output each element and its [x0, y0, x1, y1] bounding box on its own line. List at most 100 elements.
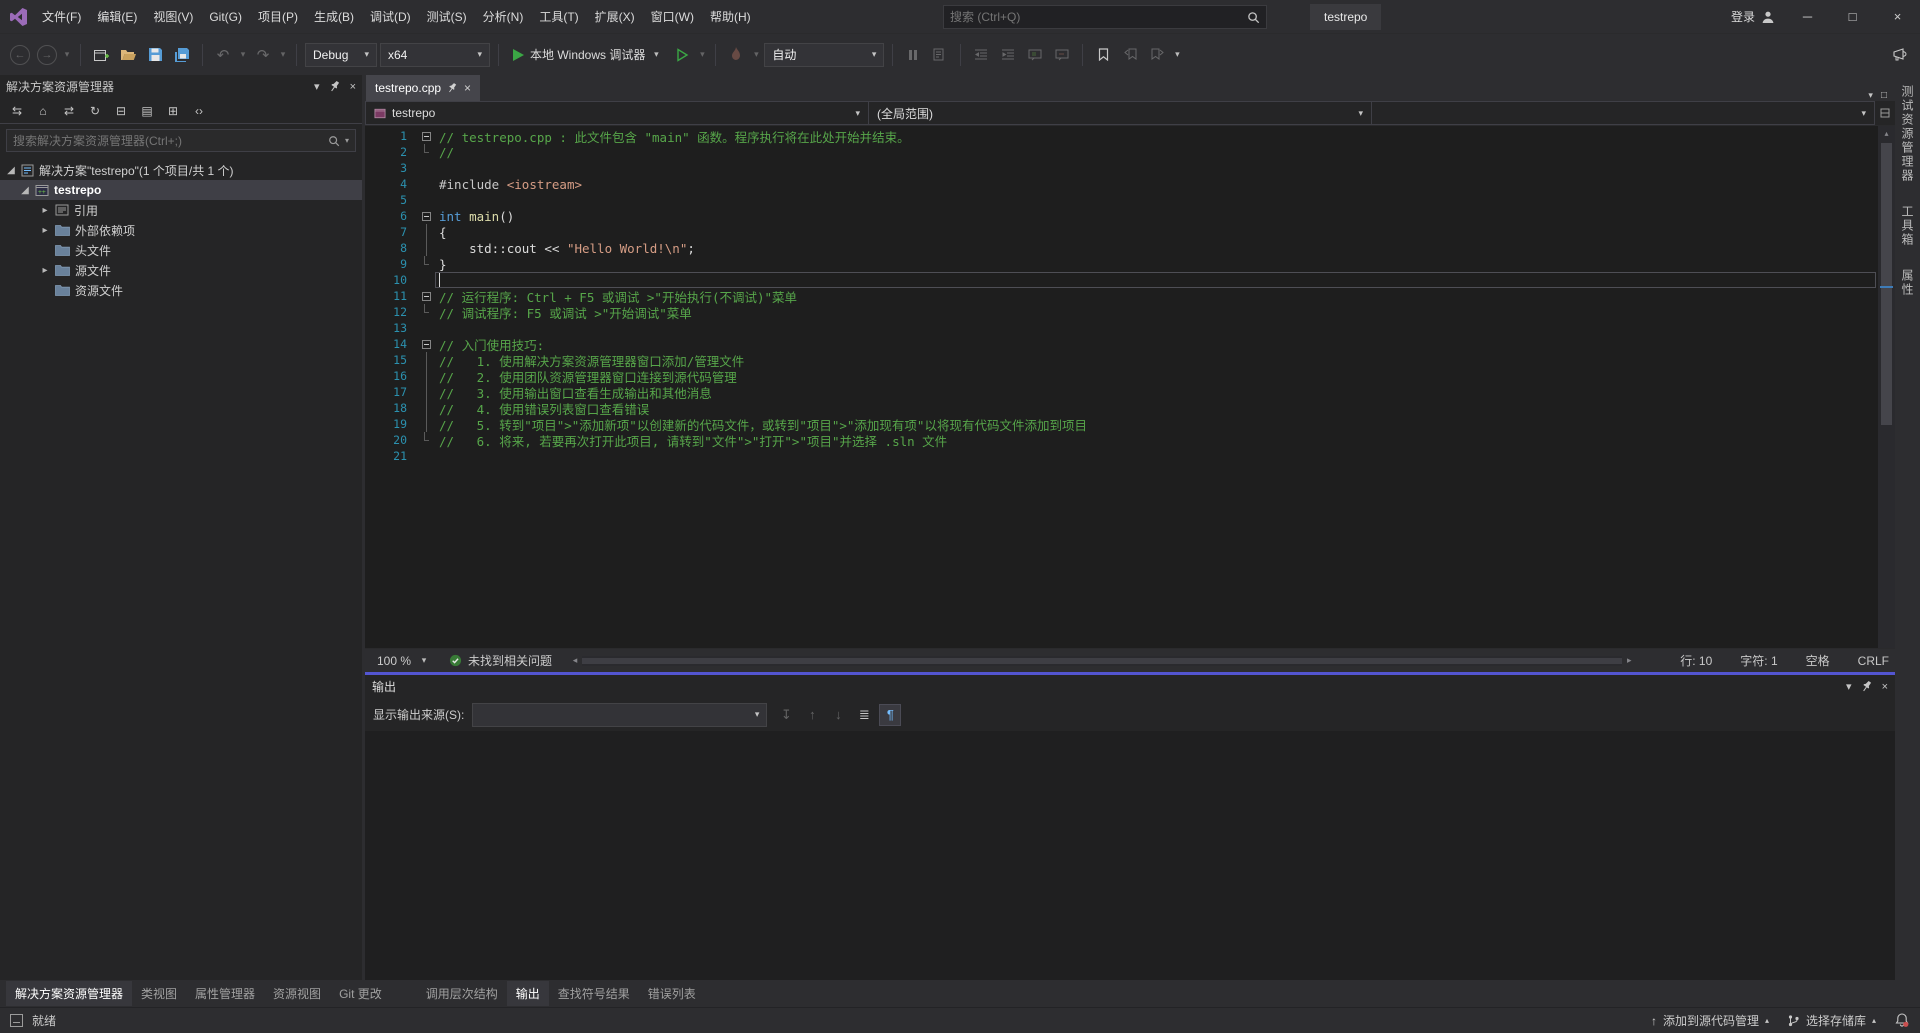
panel-tab[interactable]: 调用层次结构 [417, 981, 507, 1006]
menu-item[interactable]: 分析(N) [475, 0, 532, 33]
feedback-icon[interactable] [1888, 43, 1912, 67]
navigate-forward-icon[interactable]: → [35, 43, 59, 67]
save-all-icon[interactable] [170, 43, 194, 67]
increase-indent-icon[interactable] [996, 43, 1020, 67]
menu-item[interactable]: 扩展(X) [587, 0, 643, 33]
break-all-icon[interactable] [901, 43, 925, 67]
code-line[interactable]: 1// testrepo.cpp : 此文件包含 "main" 函数。程序执行将… [365, 128, 1895, 144]
window-position-icon[interactable]: ▾ [314, 80, 320, 93]
expand-icon[interactable]: ▸ [40, 205, 50, 216]
word-wrap-icon[interactable]: ¶ [879, 704, 901, 726]
search-icon[interactable] [1247, 11, 1260, 24]
toggle-bookmark-icon[interactable] [1091, 43, 1115, 67]
type-scope-dropdown[interactable]: (全局范围) ▾ [869, 101, 1372, 125]
hot-reload-mode-dropdown[interactable]: 自动 ▾ [764, 43, 884, 67]
scroll-right-icon[interactable]: ▸ [1622, 655, 1636, 666]
new-project-icon[interactable] [89, 43, 113, 67]
tree-item-project[interactable]: ◢ ++ testrepo [0, 180, 362, 200]
panel-tab[interactable]: 属性管理器 [186, 981, 264, 1006]
panel-tab[interactable]: 解决方案资源管理器 [6, 981, 132, 1006]
vertical-scrollbar[interactable]: ▴ [1878, 126, 1895, 648]
window-position-icon[interactable]: ▾ [1846, 680, 1852, 693]
platform-dropdown[interactable]: x64 ▾ [380, 43, 490, 67]
panel-tab[interactable]: Git 更改 [330, 981, 391, 1006]
open-folder-icon[interactable] [116, 43, 140, 67]
add-to-source-control-button[interactable]: ↑ 添加到源代码管理 ▴ [1651, 1012, 1769, 1029]
comment-selection-icon[interactable] [1023, 43, 1047, 67]
expand-icon[interactable]: ◢ [6, 165, 16, 176]
menu-item[interactable]: 文件(F) [34, 0, 89, 33]
menu-item[interactable]: 生成(B) [306, 0, 362, 33]
search-input[interactable] [950, 10, 1247, 24]
next-bookmark-icon[interactable] [1145, 43, 1169, 67]
code-line[interactable]: 13 [365, 320, 1895, 336]
redo-icon[interactable]: ↷ [251, 43, 275, 67]
collapse-region-icon[interactable] [422, 212, 431, 221]
panel-tab[interactable]: 输出 [507, 981, 549, 1006]
code-line[interactable]: 5 [365, 192, 1895, 208]
code-line[interactable]: 8 std::cout << "Hello World!\n"; [365, 240, 1895, 256]
scrollbar-thumb[interactable] [582, 658, 1622, 664]
previous-bookmark-icon[interactable] [1118, 43, 1142, 67]
tree-item[interactable]: ▸源文件 [0, 260, 362, 280]
decrease-indent-icon[interactable] [969, 43, 993, 67]
code-line[interactable]: 21 [365, 448, 1895, 464]
pin-icon[interactable] [1862, 681, 1872, 692]
solution-search-input[interactable] [13, 134, 323, 148]
collapse-region-icon[interactable] [422, 292, 431, 301]
document-health-indicator[interactable]: 未找到相关问题 [449, 652, 552, 669]
pin-icon[interactable] [448, 83, 457, 93]
document-tab[interactable]: testrepo.cpp × [366, 75, 480, 101]
close-window-button[interactable]: × [1875, 0, 1920, 33]
collapse-region-icon[interactable] [422, 132, 431, 141]
code-line[interactable]: 2// [365, 144, 1895, 160]
redo-dropdown-icon[interactable]: ▾ [278, 49, 288, 60]
expand-icon[interactable]: ▸ [40, 265, 50, 276]
refresh-icon[interactable]: ↻ [84, 101, 106, 121]
nav-dropdown-icon[interactable]: ▾ [62, 49, 72, 60]
member-scope-dropdown[interactable]: ▾ [1372, 101, 1875, 125]
menu-item[interactable]: 帮助(H) [702, 0, 759, 33]
solution-explorer-header[interactable]: 解决方案资源管理器 ▾ × [0, 75, 362, 98]
solution-search-box[interactable]: ▾ [6, 129, 356, 152]
panel-tab[interactable]: 错误列表 [639, 981, 705, 1006]
hot-reload-icon[interactable] [724, 43, 748, 67]
menu-item[interactable]: 测试(S) [419, 0, 475, 33]
eol-indicator[interactable]: CRLF [1858, 654, 1889, 668]
split-editor-icon[interactable] [1875, 101, 1895, 125]
menu-item[interactable]: 调试(D) [362, 0, 419, 33]
zoom-dropdown[interactable]: 100 % ▾ [371, 654, 435, 668]
menu-item[interactable]: Git(G) [201, 0, 250, 33]
menu-item[interactable]: 编辑(E) [89, 0, 145, 33]
uncomment-selection-icon[interactable] [1050, 43, 1074, 67]
code-view-icon[interactable]: ‹› [188, 101, 210, 121]
search-options-icon[interactable]: ▾ [345, 136, 349, 145]
undo-dropdown-icon[interactable]: ▾ [238, 49, 248, 60]
properties-icon[interactable]: ⊞ [162, 101, 184, 121]
code-line[interactable]: 6int main() [365, 208, 1895, 224]
code-editor[interactable]: 1// testrepo.cpp : 此文件包含 "main" 函数。程序执行将… [365, 126, 1895, 648]
code-line[interactable]: 9} [365, 256, 1895, 272]
dock-tab[interactable]: 工具箱 [1899, 205, 1916, 247]
toolbar-overflow-icon[interactable]: ▾ [1172, 49, 1182, 60]
column-indicator[interactable]: 字符: 1 [1740, 652, 1777, 669]
dock-tab[interactable]: 测试资源管理器 [1899, 85, 1916, 183]
menu-item[interactable]: 工具(T) [531, 0, 586, 33]
indent-indicator[interactable]: 空格 [1806, 652, 1830, 669]
menu-item[interactable]: 窗口(W) [643, 0, 702, 33]
switch-views-icon[interactable]: ⇆ [6, 101, 28, 121]
code-line[interactable]: 4#include <iostream> [365, 176, 1895, 192]
start-without-debugging-icon[interactable] [670, 43, 694, 67]
expand-icon[interactable]: ▸ [40, 225, 50, 236]
output-header[interactable]: 输出 ▾ × [365, 675, 1895, 698]
project-scope-dropdown[interactable]: testrepo ▾ [365, 101, 869, 125]
show-all-files-icon[interactable]: ▤ [136, 101, 158, 121]
undo-icon[interactable]: ↶ [211, 43, 235, 67]
tree-item-solution[interactable]: ◢ 解决方案"testrepo"(1 个项目/共 1 个) [0, 160, 362, 180]
code-line[interactable]: 3 [365, 160, 1895, 176]
navigate-back-icon[interactable]: ← [8, 43, 32, 67]
expand-icon[interactable]: ◢ [20, 185, 30, 196]
close-icon[interactable]: × [1882, 681, 1888, 693]
next-message-icon[interactable]: ↓ [827, 704, 849, 726]
collapse-region-icon[interactable] [422, 340, 431, 349]
